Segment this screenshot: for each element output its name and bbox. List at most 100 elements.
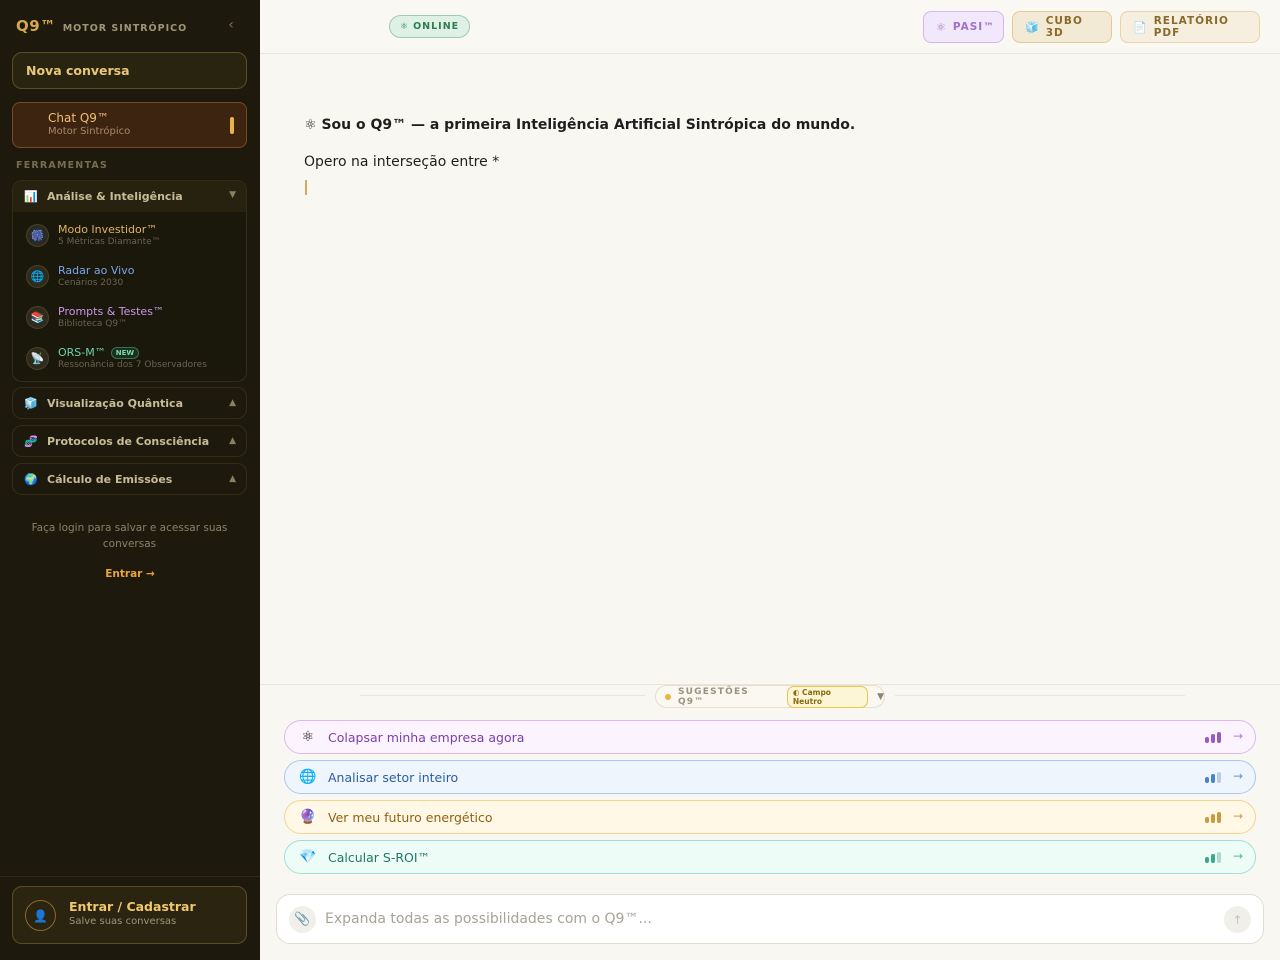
satellite-icon: 📡: [26, 347, 49, 370]
suggestion-label: Analisar setor inteiro: [328, 769, 459, 785]
tool-group-analise-header[interactable]: 📊 Análise & Inteligência ▼: [13, 181, 246, 212]
fireworks-icon: 🎆: [26, 224, 49, 247]
suggestion-label: Colapsar minha empresa agora: [328, 729, 525, 745]
tool-title-text: ORS-M™: [58, 346, 106, 359]
tool-group-visualizacao[interactable]: 🧊 Visualização Quântica ▲: [12, 387, 247, 419]
signal-bar: [1217, 852, 1221, 863]
signal-bars: [1203, 812, 1221, 823]
atom-icon: ⚛: [400, 21, 410, 32]
brand-subtitle: MOTOR SINTRÓPICO: [62, 23, 188, 34]
ice-cube-icon: 🧊: [1025, 20, 1040, 34]
chevron-up-icon: ▲: [229, 398, 236, 408]
signal-bar: [1205, 737, 1209, 743]
message-input[interactable]: [325, 907, 1205, 931]
chat-item-title: Chat Q9™: [48, 111, 109, 125]
tool-radar-ao-vivo[interactable]: 🌐 Radar ao Vivo Cenários 2030: [25, 261, 240, 297]
arrow-right-icon: →: [1232, 729, 1243, 743]
account-subtitle: Salve suas conversas: [69, 916, 177, 927]
ice-cube-icon: 🧊: [24, 396, 38, 410]
new-badge: NEW: [110, 347, 140, 359]
status-text: ONLINE: [413, 21, 460, 32]
chart-icon: 📊: [24, 190, 38, 203]
signal-bar: [1217, 812, 1221, 823]
tool-group-title: Visualização Quântica: [47, 396, 183, 410]
books-icon: 📚: [26, 306, 49, 329]
new-chat-button[interactable]: Nova conversa: [12, 52, 247, 89]
top-bar: ⚛ ONLINE ⚛ PASI™ 🧊 CUBO 3D 📄 RELATÓRIO P…: [260, 0, 1280, 54]
login-hint: Faça login para salvar e acessar suas co…: [31, 522, 228, 550]
field-badge: ◐ Campo Neutro: [786, 685, 869, 708]
signal-bar: [1217, 732, 1221, 743]
tool-group-title: Cálculo de Emissões: [47, 472, 173, 486]
tool-title: Radar ao Vivo: [58, 264, 135, 277]
chevron-up-icon: ▲: [229, 474, 236, 484]
suggestion-chip[interactable]: ⚛ Colapsar minha empresa agora →: [284, 720, 1256, 754]
collapse-sidebar-icon[interactable]: ‹: [224, 17, 238, 33]
document-icon: 📄: [1133, 20, 1148, 34]
account-title: Entrar / Cadastrar: [69, 899, 196, 914]
sidebar-divider: [0, 876, 260, 877]
pdf-report-button[interactable]: 📄 RELATÓRIO PDF: [1120, 11, 1260, 43]
tool-ors-m[interactable]: 📡 ORS-M™ NEW Ressonância dos 7 Observador…: [25, 343, 240, 379]
suggestions-toggle[interactable]: SUGESTÕES Q9™ ◐ Campo Neutro ▼: [655, 685, 885, 708]
signal-bar: [1211, 774, 1215, 783]
suggestions-label: SUGESTÕES Q9™: [677, 686, 749, 707]
atom-icon: ⚛: [304, 117, 317, 133]
arrow-right-icon: →: [1232, 769, 1243, 783]
tool-modo-investidor[interactable]: 🎆 Modo Investidor™ 5 Métricas Diamante™: [25, 220, 240, 256]
tool-title: Modo Investidor™: [58, 223, 158, 236]
brand-logo: Q9™: [16, 17, 56, 35]
sidebar: Q9™ MOTOR SINTRÓPICO ‹ Nova conversa Cha…: [0, 0, 260, 960]
signal-bar: [1217, 772, 1221, 783]
tool-subtitle: Cenários 2030: [58, 278, 124, 288]
tool-group-protocolos[interactable]: 🧬 Protocolos de Consciência ▲: [12, 425, 247, 457]
tool-subtitle: 5 Métricas Diamante™: [58, 237, 161, 247]
earth-icon: 🌍: [24, 472, 38, 486]
pdf-report-button-label: RELATÓRIO PDF: [1153, 15, 1229, 39]
tool-title: Prompts & Testes™: [58, 305, 164, 318]
tool-subtitle: Ressonância dos 7 Observadores: [58, 360, 207, 370]
signal-bars: [1203, 772, 1221, 783]
tool-group-emissoes[interactable]: 🌍 Cálculo de Emissões ▲: [12, 463, 247, 495]
gem-icon: 💎: [299, 849, 317, 865]
pasi-button[interactable]: ⚛ PASI™: [923, 11, 1004, 43]
arrow-right-icon: →: [1232, 809, 1243, 823]
pasi-button-label: PASI™: [952, 21, 995, 33]
chat-item-subtitle: Motor Sintrópico: [48, 126, 131, 137]
suggestion-chip[interactable]: 💎 Calcular S-ROI™ →: [284, 840, 1256, 874]
tool-group-title: Análise & Inteligência: [47, 190, 183, 203]
chat-item-active[interactable]: Chat Q9™ Motor Sintrópico: [12, 102, 247, 148]
assistant-message-title: ⚛ Sou o Q9™ — a primeira Inteligência Ar…: [304, 117, 855, 133]
login-signup-button[interactable]: 👤 Entrar / Cadastrar Salve suas conversa…: [12, 886, 247, 944]
assistant-message-heading: Sou o Q9™ — a primeira Inteligência Arti…: [321, 117, 856, 133]
paperclip-icon[interactable]: 📎: [289, 906, 316, 933]
crystal-ball-icon: 🔮: [299, 809, 317, 825]
cubo-3d-button[interactable]: 🧊 CUBO 3D: [1012, 11, 1112, 43]
signal-bar: [1205, 777, 1209, 783]
status-dot: [665, 693, 671, 700]
status-badge: ⚛ ONLINE: [389, 15, 471, 38]
arrow-right-icon: →: [1232, 849, 1243, 863]
signal-bars: [1203, 732, 1221, 743]
suggestions-rule-left: [360, 695, 645, 696]
brand: Q9™ MOTOR SINTRÓPICO: [16, 17, 187, 35]
signal-bar: [1205, 817, 1209, 823]
suggestion-chip[interactable]: 🔮 Ver meu futuro energético →: [284, 800, 1256, 834]
suggestion-label: Calcular S-ROI™: [328, 849, 431, 865]
typing-cursor: [305, 180, 307, 195]
signal-bar: [1205, 857, 1209, 863]
tool-prompts-testes[interactable]: 📚 Prompts & Testes™ Biblioteca Q9™: [25, 302, 240, 338]
suggestion-chip[interactable]: 🌐 Analisar setor inteiro →: [284, 760, 1256, 794]
send-icon[interactable]: ↑: [1224, 906, 1251, 933]
signal-bars: [1203, 852, 1221, 863]
atom-icon: ⚛: [936, 20, 947, 34]
tool-title: ORS-M™ NEW: [58, 346, 140, 359]
suggestions-rule-right: [895, 695, 1185, 696]
chevron-down-icon: ▼: [229, 190, 236, 200]
globe-icon: 🌐: [26, 265, 49, 288]
atom-icon: ⚛: [301, 729, 315, 745]
signal-bar: [1211, 854, 1215, 863]
suggestion-label: Ver meu futuro energético: [328, 809, 493, 825]
login-link[interactable]: Entrar →: [0, 568, 260, 580]
signal-bar: [1211, 734, 1215, 743]
